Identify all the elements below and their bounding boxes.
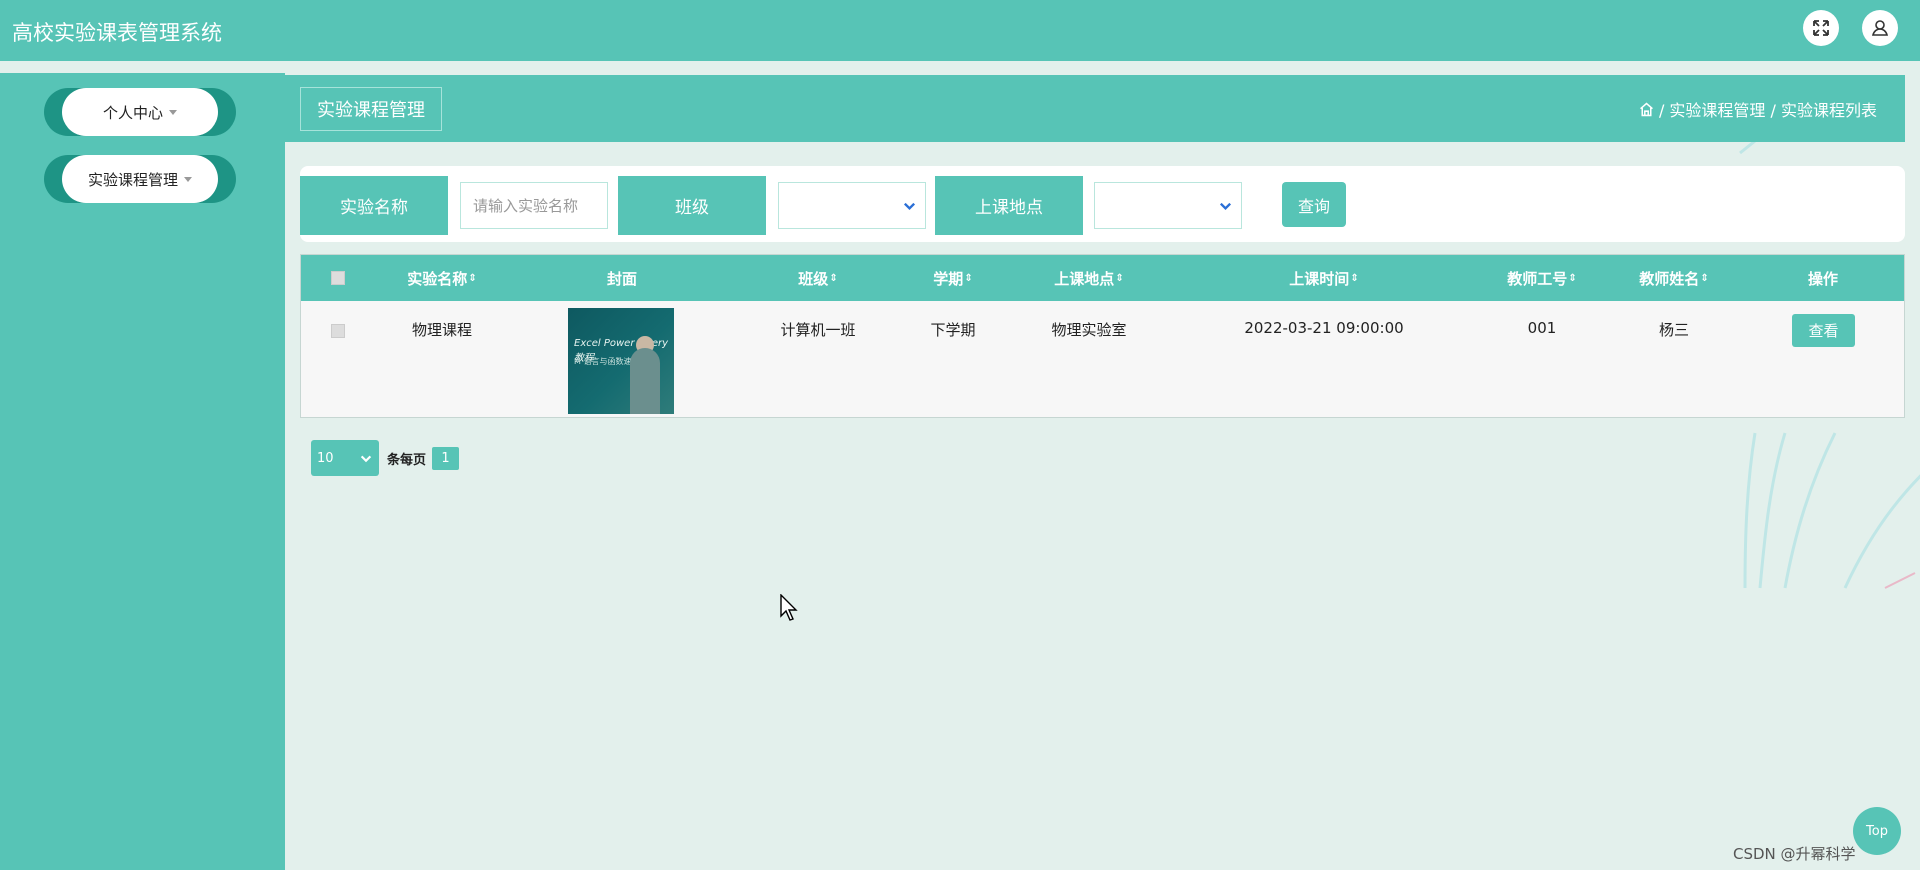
page-title-bar: 实验课程管理 / 实验课程管理 / 实验课程列表 (285, 75, 1905, 142)
per-page-label: 条每页 (387, 452, 427, 468)
user-menu-button[interactable] (1862, 10, 1898, 46)
query-button[interactable]: 查询 (1282, 182, 1346, 227)
expand-arrows-icon (1813, 20, 1829, 36)
col-teacher-name-header[interactable]: 教师姓名 ⇕ (1639, 255, 1708, 301)
chevron-down-icon (903, 202, 916, 211)
sidebar-item-personal-center[interactable]: 个人中心 (44, 88, 236, 136)
row-checkbox[interactable] (331, 324, 345, 338)
sort-icon: ⇕ (829, 272, 838, 284)
course-cover-image: Excel Power Query 教程 M 语言与函数速览 (568, 308, 674, 414)
cell-time: 2022-03-21 09:00:00 (1244, 319, 1404, 337)
search-panel: 实验名称 请输入实验名称 班级 上课地点 查询 (300, 166, 1905, 242)
home-icon[interactable] (1638, 101, 1655, 118)
page-size-select[interactable]: 10 (311, 440, 379, 476)
name-filter-label: 实验名称 (300, 176, 448, 235)
table-header: 实验名称 ⇕ 封面 班级 ⇕ 学期 ⇕ 上课地点 ⇕ 上课时间 ⇕ 教师工号 ⇕ 教师姓名 ⇕… (301, 255, 1904, 301)
select-all-checkbox[interactable] (331, 271, 345, 285)
mouse-cursor-icon (780, 594, 798, 621)
col-teacher-id-header[interactable]: 教师工号 ⇕ (1507, 255, 1576, 301)
col-class-header[interactable]: 班级 ⇕ (798, 255, 837, 301)
sort-icon: ⇕ (1115, 272, 1124, 284)
breadcrumb: / 实验课程管理 / 实验课程列表 (1638, 97, 1877, 121)
cell-teacher-id: 001 (1527, 319, 1557, 337)
user-icon (1871, 20, 1889, 36)
chevron-down-icon (360, 455, 372, 463)
col-cover-header: 封面 (606, 269, 638, 288)
course-table: 实验名称 ⇕ 封面 班级 ⇕ 学期 ⇕ 上课地点 ⇕ 上课时间 ⇕ 教师工号 ⇕ 教师姓名 ⇕… (300, 254, 1905, 418)
name-search-input[interactable]: 请输入实验名称 (460, 182, 608, 229)
sort-icon: ⇕ (1700, 272, 1709, 284)
caret-down-icon (184, 176, 192, 182)
location-select[interactable] (1094, 182, 1242, 229)
class-select[interactable] (778, 182, 926, 229)
sidebar-item-label: 实验课程管理 (87, 170, 178, 189)
cell-teacher-name: 杨三 (1658, 321, 1690, 339)
top-bar: 高校实验课表管理系统 (0, 0, 1920, 61)
sort-icon: ⇕ (1350, 272, 1359, 284)
location-filter-label: 上课地点 (935, 176, 1083, 235)
caret-down-icon (169, 109, 177, 115)
view-button[interactable]: 查看 (1792, 314, 1855, 347)
col-location-header[interactable]: 上课地点 ⇕ (1054, 255, 1123, 301)
chevron-down-icon (1219, 202, 1232, 211)
sidebar: 个人中心 实验课程管理 (0, 73, 285, 870)
app-title: 高校实验课表管理系统 (12, 21, 222, 45)
sort-icon: ⇕ (964, 272, 973, 284)
main-content: 实验课程管理 / 实验课程管理 / 实验课程列表 实验名称 请输入实验名称 班级… (285, 73, 1920, 870)
col-name-header[interactable]: 实验名称 ⇕ (407, 255, 476, 301)
header-gap (0, 61, 1920, 73)
class-filter-label: 班级 (618, 176, 766, 235)
sort-icon: ⇕ (1568, 272, 1577, 284)
col-action-header: 操作 (1807, 269, 1839, 288)
cell-term: 下学期 (930, 321, 976, 339)
col-term-header[interactable]: 学期 ⇕ (933, 255, 972, 301)
pagination: 10 条每页 1 (311, 440, 460, 476)
sidebar-item-course-management[interactable]: 实验课程管理 (44, 155, 236, 203)
sort-icon: ⇕ (468, 272, 477, 284)
breadcrumb-path: / 实验课程管理 / 实验课程列表 (1658, 101, 1877, 120)
sidebar-item-label: 个人中心 (102, 103, 163, 122)
fullscreen-button[interactable] (1803, 10, 1839, 46)
cell-location: 物理实验室 (1051, 321, 1127, 339)
back-to-top-button[interactable]: Top (1853, 807, 1901, 855)
page-number-button[interactable]: 1 (432, 446, 460, 470)
cell-class: 计算机一班 (780, 321, 856, 339)
page-title: 实验课程管理 (300, 87, 442, 131)
col-time-header[interactable]: 上课时间 ⇕ (1289, 255, 1358, 301)
cell-name: 物理课程 (411, 321, 473, 339)
watermark: CSDN @升幂科学 (1733, 845, 1856, 863)
